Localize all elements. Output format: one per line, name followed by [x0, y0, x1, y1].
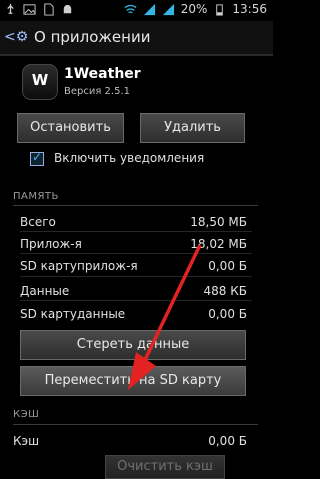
- row-divider: [20, 253, 252, 254]
- app-name: 1Weather: [64, 66, 141, 82]
- memory-row-value: 488 КБ: [203, 284, 247, 298]
- clock: 13:56: [232, 2, 267, 16]
- row-divider: [20, 231, 252, 232]
- row-divider: [20, 300, 252, 301]
- cache-row-value: 0,00 Б: [208, 434, 247, 448]
- memory-row-label: SD картуприлож-я: [20, 259, 138, 273]
- battery-percent: 20%: [180, 2, 208, 16]
- signal-icon: [143, 3, 155, 15]
- sd-card-icon: [44, 3, 54, 16]
- wifi-icon: [124, 4, 137, 13]
- stop-button[interactable]: Остановить: [17, 113, 124, 143]
- remove-button[interactable]: Удалить: [140, 113, 245, 143]
- app-icon-letter: W: [31, 71, 49, 89]
- move-to-sd-button[interactable]: Переместить на SD карту: [20, 366, 246, 396]
- image-icon: [23, 4, 36, 15]
- app-bar: <⚙ О приложении: [0, 21, 273, 56]
- usb-icon: [7, 3, 14, 14]
- row-divider: [20, 276, 252, 277]
- signal-2-icon: [162, 3, 174, 15]
- status-bar: 20% 13:56: [0, 0, 273, 21]
- clear-data-button[interactable]: Стереть данные: [20, 330, 246, 360]
- memory-row-label: Данные: [20, 284, 70, 298]
- memory-section-line: [13, 205, 258, 206]
- notifications-checkbox[interactable]: [30, 150, 44, 166]
- page-title: О приложении: [34, 28, 151, 46]
- cache-section-title: КЭШ: [13, 409, 40, 420]
- cache-section-line: [13, 424, 258, 425]
- memory-section-title: ПАМЯТЬ: [13, 191, 59, 202]
- memory-row-value: 0,00 Б: [208, 259, 247, 273]
- memory-row-value: 0,00 Б: [208, 307, 247, 321]
- settings-back-icon[interactable]: <⚙: [4, 29, 28, 45]
- notifications-label[interactable]: Включить уведомления: [54, 151, 204, 165]
- clear-cache-button[interactable]: Очистить кэш: [105, 455, 225, 479]
- memory-row-label: Прилож-я: [20, 237, 82, 251]
- battery-icon: [216, 3, 224, 16]
- android-icon: [63, 4, 72, 14]
- app-version: Версия 2.5.1: [64, 86, 130, 97]
- memory-row-value: 18,50 МБ: [190, 215, 247, 229]
- status-right-icons: 20% 13:56: [124, 2, 267, 16]
- memory-row-label: SD картуданные: [20, 307, 126, 321]
- app-icon: W: [22, 64, 58, 100]
- cache-row-label: Кэш: [13, 434, 40, 448]
- memory-row-value: 18,02 МБ: [190, 237, 247, 251]
- status-left-icons: [4, 3, 74, 16]
- memory-row-label: Всего: [20, 215, 56, 229]
